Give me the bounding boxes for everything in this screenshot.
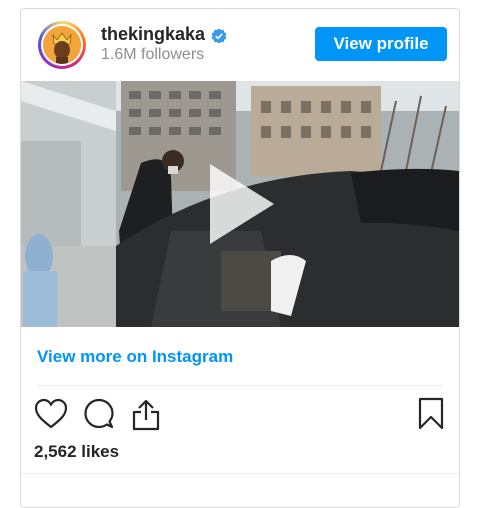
- divider: [21, 473, 459, 474]
- video-thumbnail[interactable]: [21, 81, 459, 327]
- avatar[interactable]: [38, 21, 86, 69]
- play-icon[interactable]: [202, 160, 278, 248]
- followers-count: 1.6M followers: [101, 46, 205, 63]
- username[interactable]: thekingkaka: [101, 24, 205, 45]
- view-profile-button[interactable]: View profile: [315, 27, 447, 61]
- avatar-image: [43, 26, 81, 64]
- divider: [37, 385, 443, 386]
- instagram-embed-card: thekingkaka 1.6M followers View profile: [20, 8, 460, 508]
- comment-icon[interactable]: [82, 397, 116, 436]
- heart-icon[interactable]: [34, 398, 68, 435]
- bookmark-icon[interactable]: [417, 397, 445, 436]
- verified-badge-icon: [211, 28, 227, 49]
- likes-count[interactable]: 2,562 likes: [34, 442, 119, 462]
- view-more-link[interactable]: View more on Instagram: [37, 347, 233, 367]
- share-icon[interactable]: [131, 398, 161, 437]
